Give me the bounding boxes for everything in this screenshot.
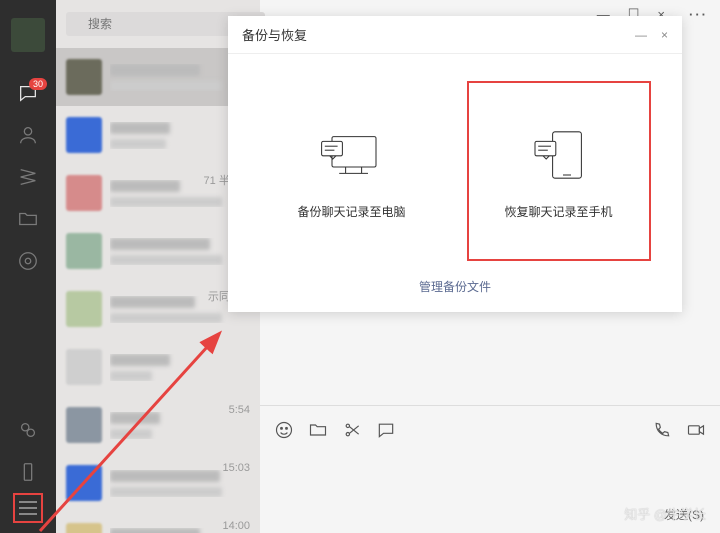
list-item[interactable]: 5:54 — [56, 396, 260, 454]
backup-to-pc-option[interactable]: 备份聊天记录至电脑 — [260, 81, 444, 261]
moments-icon[interactable] — [17, 250, 39, 272]
folder-icon[interactable] — [308, 420, 328, 440]
files-icon[interactable] — [17, 208, 39, 230]
dialog-minimize-button[interactable]: — — [635, 28, 647, 42]
scissors-icon[interactable] — [342, 420, 362, 440]
list-item[interactable] — [56, 338, 260, 396]
unread-badge: 30 — [29, 78, 47, 90]
list-item[interactable]: 15:03 — [56, 454, 260, 512]
composer-toolbar — [260, 405, 720, 453]
phone-icon[interactable] — [17, 461, 39, 483]
backup-to-pc-label: 备份聊天记录至电脑 — [297, 203, 405, 220]
menu-icon[interactable] — [13, 493, 43, 523]
favorites-icon[interactable] — [17, 166, 39, 188]
more-menu-button[interactable]: ··· — [689, 7, 708, 22]
left-sidebar: 30 — [0, 0, 56, 533]
emoji-icon[interactable] — [274, 420, 294, 440]
video-call-icon[interactable] — [686, 420, 706, 440]
voice-call-icon[interactable] — [652, 420, 672, 440]
restore-to-phone-option[interactable]: 恢复聊天记录至手机 — [467, 81, 651, 261]
chat-history-icon[interactable] — [376, 420, 396, 440]
miniprogram-icon[interactable] — [17, 419, 39, 441]
dialog-close-button[interactable]: × — [661, 28, 668, 42]
dialog-title: 备份与恢复 — [242, 25, 307, 44]
list-item[interactable]: 14:00 — [56, 512, 260, 533]
dialog-titlebar: 备份与恢复 — × — [228, 16, 682, 54]
contacts-icon[interactable] — [17, 124, 39, 146]
message-input[interactable]: 发送(S) — [260, 453, 720, 533]
manage-backups-link[interactable]: 管理备份文件 — [419, 280, 491, 294]
chat-icon[interactable]: 30 — [17, 82, 39, 104]
restore-to-phone-label: 恢复聊天记录至手机 — [504, 203, 612, 220]
backup-restore-dialog: 备份与恢复 — × 备份聊天记录至电脑 — [228, 16, 682, 312]
send-button[interactable]: 发送(S) — [664, 506, 704, 523]
user-avatar[interactable] — [11, 18, 45, 52]
